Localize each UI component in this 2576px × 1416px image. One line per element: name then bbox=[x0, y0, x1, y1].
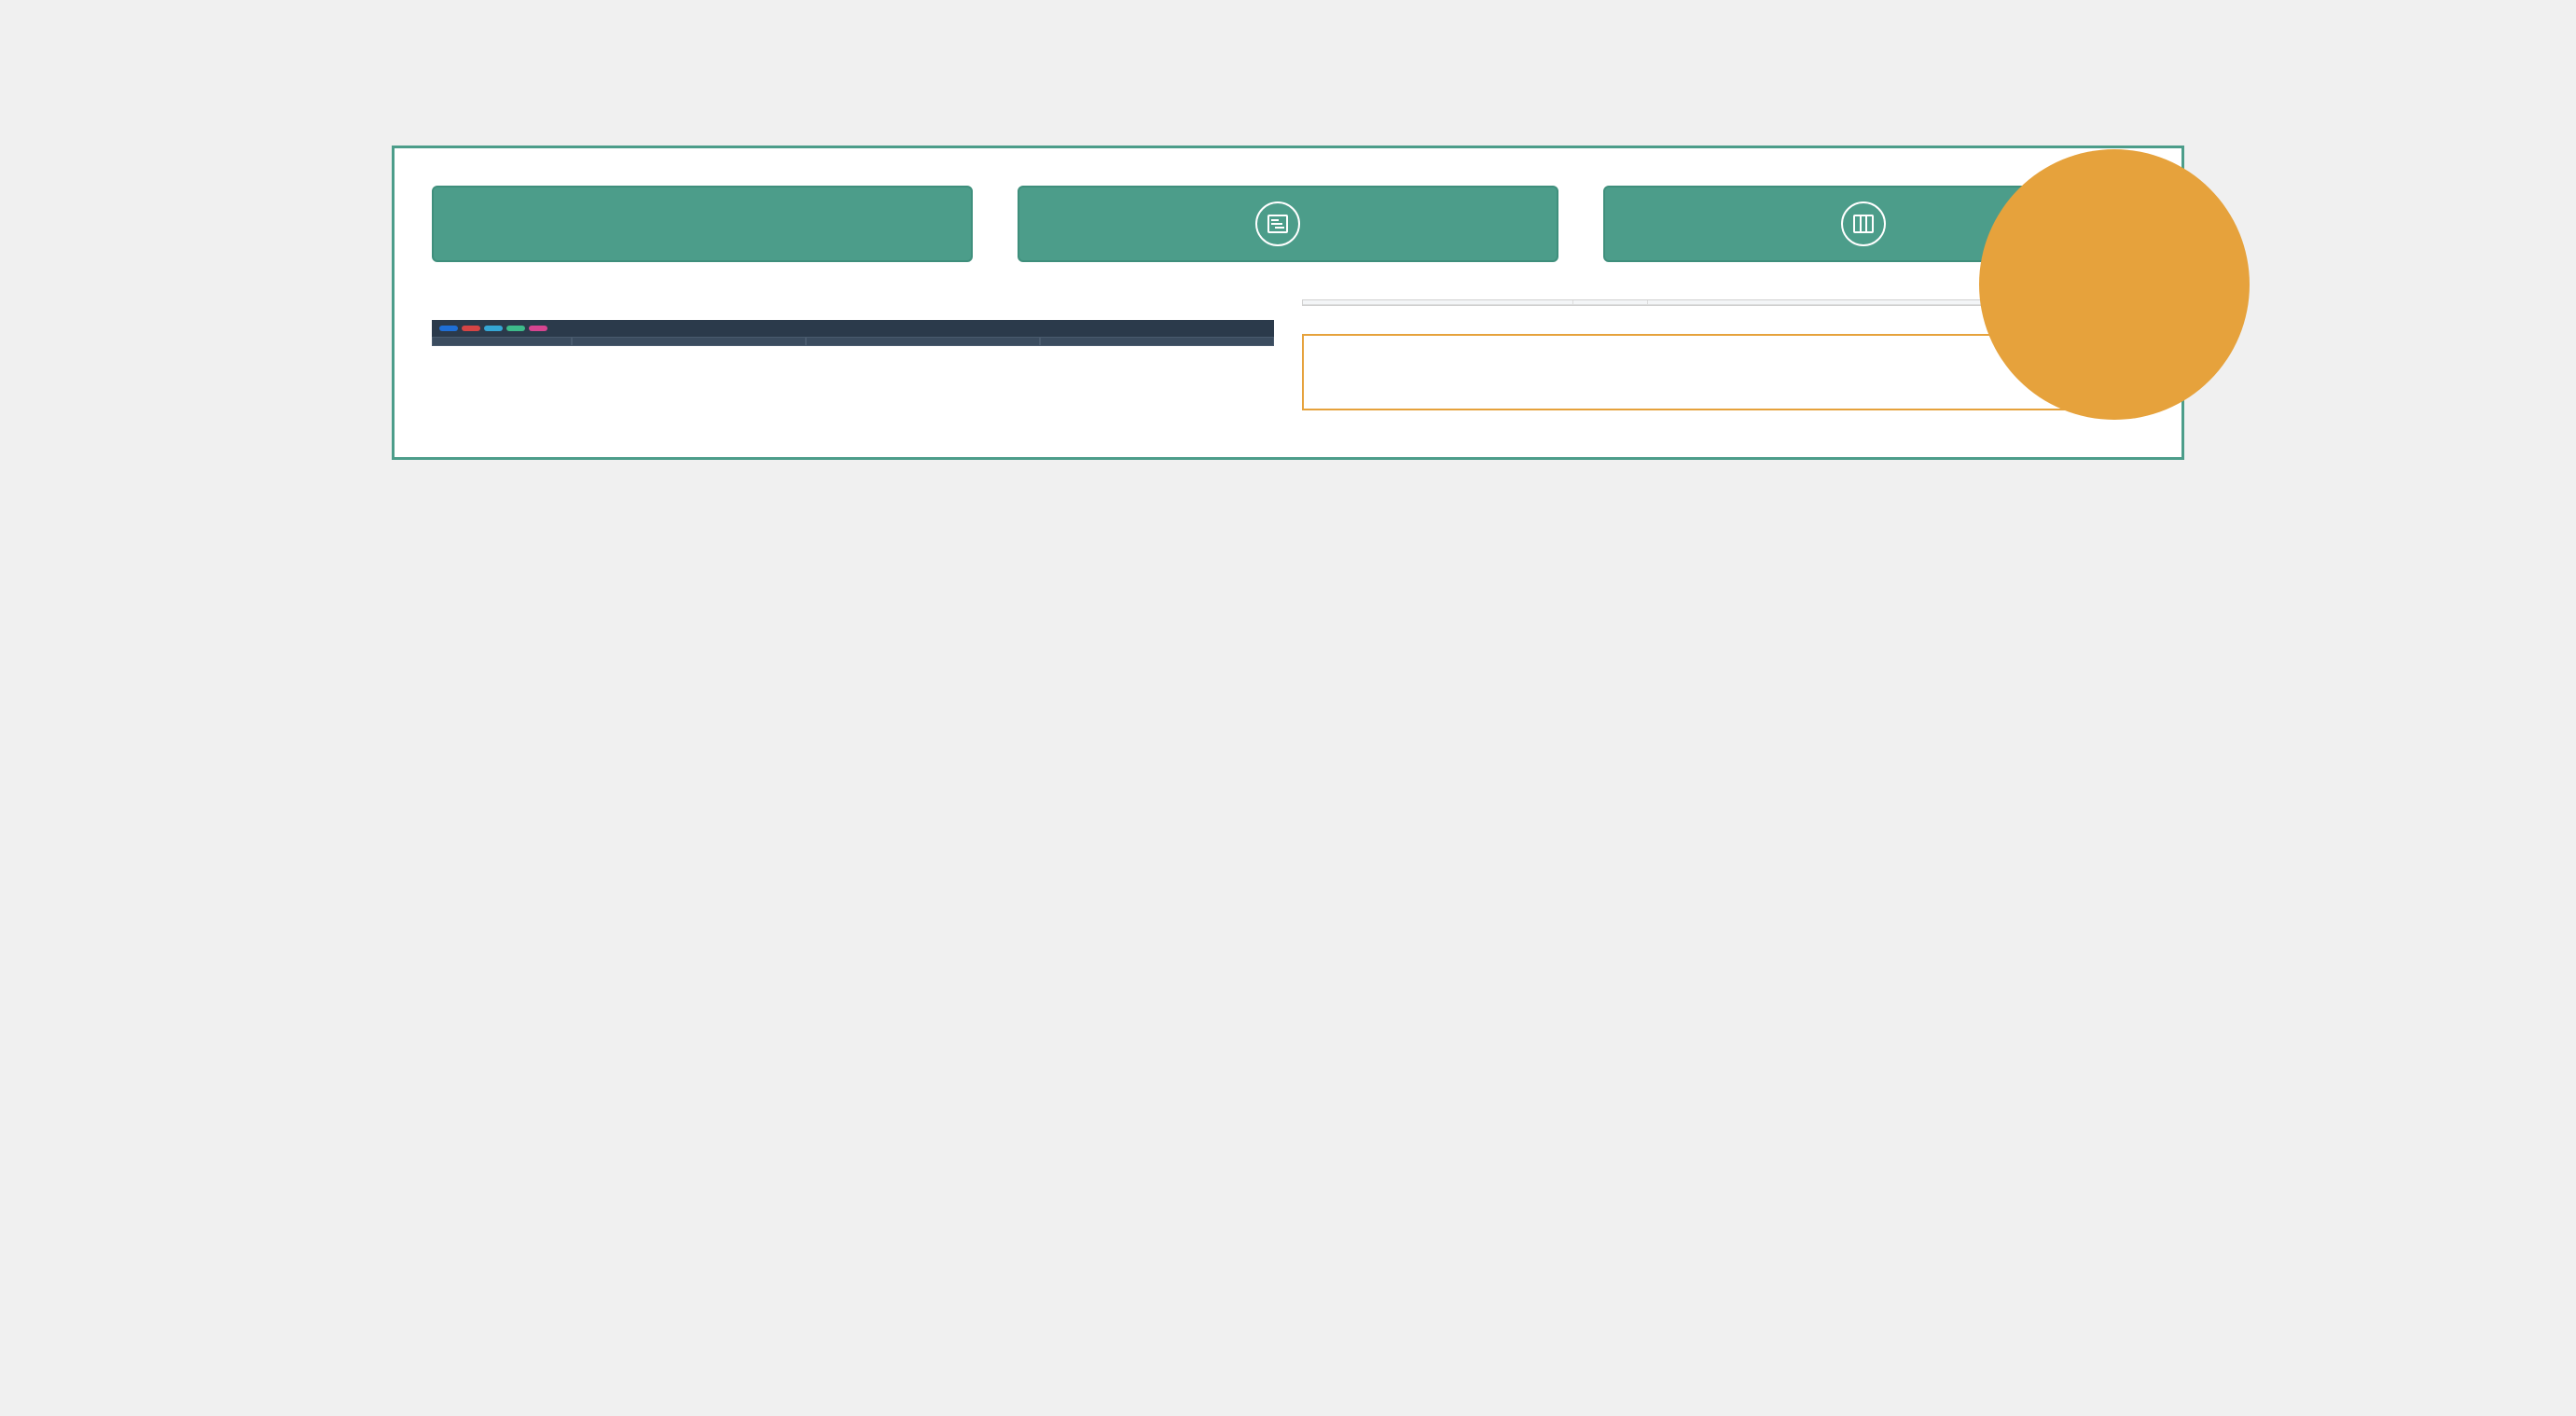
gantt-chart-icon bbox=[1255, 201, 1300, 246]
promo-badge bbox=[1979, 149, 2250, 420]
tab-task-management[interactable] bbox=[432, 186, 973, 262]
main-panel bbox=[392, 146, 2184, 460]
filter-pill[interactable] bbox=[529, 326, 547, 331]
filter-pill[interactable] bbox=[484, 326, 503, 331]
tab-gantt-chart[interactable] bbox=[1018, 186, 1558, 262]
filter-pill[interactable] bbox=[462, 326, 480, 331]
kanban-col-header bbox=[1040, 337, 1274, 346]
filter-pill[interactable] bbox=[439, 326, 458, 331]
filter-pill[interactable] bbox=[506, 326, 525, 331]
gantt-col-header bbox=[1303, 300, 1573, 305]
kanban-col-header bbox=[572, 337, 806, 346]
kanban-board bbox=[432, 320, 1274, 346]
kanban-col-header bbox=[432, 337, 572, 346]
kanban-icon bbox=[1841, 201, 1886, 246]
feature-tabs bbox=[432, 186, 2144, 262]
kanban-col-header bbox=[806, 337, 1040, 346]
gantt-col-header bbox=[1573, 300, 1648, 305]
